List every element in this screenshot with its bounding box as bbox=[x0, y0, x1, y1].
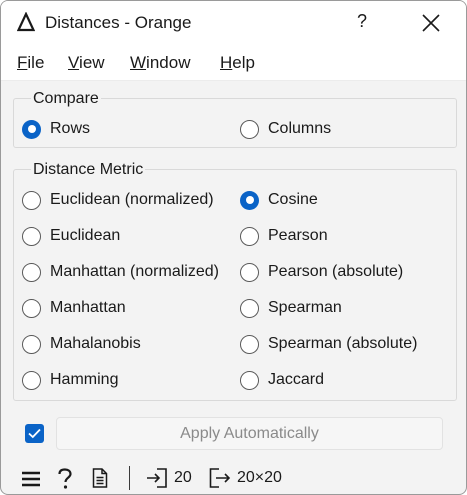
menu-help-label: elp bbox=[232, 53, 255, 72]
radio-manhattan-normalized-label: Manhattan (normalized) bbox=[50, 263, 219, 280]
radio-mahalanobis-indicator bbox=[22, 334, 41, 354]
radio-columns-indicator bbox=[240, 119, 259, 139]
radio-rows[interactable]: Rows bbox=[22, 118, 90, 140]
menu-bar: File View Window Help bbox=[1, 45, 466, 81]
radio-euclidean-normalized-indicator bbox=[22, 190, 41, 210]
radio-manhattan-normalized-indicator bbox=[22, 262, 41, 282]
menu-window[interactable]: Window bbox=[130, 53, 190, 73]
radio-jaccard-indicator bbox=[240, 370, 259, 390]
menu-file[interactable]: File bbox=[17, 53, 44, 73]
radio-pearson-absolute[interactable]: Pearson (absolute) bbox=[240, 261, 403, 283]
menu-window-mnemonic: W bbox=[130, 53, 147, 72]
help-icon[interactable] bbox=[57, 468, 73, 490]
apply-automatically-checkbox[interactable] bbox=[25, 424, 44, 443]
radio-rows-label: Rows bbox=[50, 120, 91, 137]
input-icon bbox=[147, 468, 167, 488]
menu-help[interactable]: Help bbox=[220, 53, 255, 73]
radio-manhattan-normalized[interactable]: Manhattan (normalized) bbox=[22, 261, 219, 283]
radio-mahalanobis-label: Mahalanobis bbox=[50, 335, 141, 352]
window-title: Distances - Orange bbox=[45, 13, 192, 32]
radio-hamming-indicator bbox=[22, 370, 41, 390]
close-icon[interactable] bbox=[421, 13, 441, 33]
output-size: 20×20 bbox=[237, 469, 282, 486]
radio-spearman-absolute-label: Spearman (absolute) bbox=[268, 335, 418, 352]
radio-spearman-indicator bbox=[240, 298, 259, 318]
output-icon bbox=[209, 468, 231, 488]
radio-columns[interactable]: Columns bbox=[240, 118, 331, 140]
radio-pearson-absolute-indicator bbox=[240, 262, 259, 282]
radio-euclidean[interactable]: Euclidean bbox=[22, 225, 120, 247]
radio-spearman-label: Spearman bbox=[268, 299, 342, 316]
radio-cosine[interactable]: Cosine bbox=[240, 189, 318, 211]
radio-hamming[interactable]: Hamming bbox=[22, 369, 118, 391]
radio-euclidean-normalized[interactable]: Euclidean (normalized) bbox=[22, 189, 214, 211]
radio-manhattan-label: Manhattan bbox=[50, 299, 126, 316]
report-icon[interactable] bbox=[92, 468, 108, 488]
radio-cosine-label: Cosine bbox=[268, 191, 318, 208]
distance-metric-group-title: Distance Metric bbox=[31, 161, 146, 179]
menu-view-mnemonic: V bbox=[68, 53, 80, 72]
radio-euclidean-label: Euclidean bbox=[50, 227, 121, 244]
status-bar: 20 20×20 bbox=[1, 461, 466, 494]
menu-window-label: indow bbox=[146, 53, 191, 72]
radio-hamming-label: Hamming bbox=[50, 371, 119, 388]
menu-view[interactable]: View bbox=[68, 53, 105, 73]
menu-file-mnemonic: F bbox=[17, 53, 28, 72]
status-separator bbox=[129, 466, 130, 490]
menu-help-mnemonic: H bbox=[220, 53, 233, 72]
menu-file-label: ile bbox=[27, 53, 45, 72]
checkmark-icon bbox=[28, 428, 41, 439]
radio-pearson[interactable]: Pearson bbox=[240, 225, 328, 247]
radio-pearson-absolute-label: Pearson (absolute) bbox=[268, 263, 404, 280]
radio-jaccard-label: Jaccard bbox=[268, 371, 325, 388]
input-count: 20 bbox=[174, 469, 192, 486]
radio-manhattan-indicator bbox=[22, 298, 41, 318]
distances-window: Distances - Orange ? File View Window He… bbox=[0, 0, 467, 495]
title-bar[interactable]: Distances - Orange ? bbox=[1, 1, 466, 45]
radio-jaccard[interactable]: Jaccard bbox=[240, 369, 324, 391]
radio-spearman-absolute[interactable]: Spearman (absolute) bbox=[240, 333, 417, 355]
radio-pearson-indicator bbox=[240, 226, 259, 246]
radio-pearson-label: Pearson bbox=[268, 227, 328, 244]
radio-manhattan[interactable]: Manhattan bbox=[22, 297, 126, 319]
radio-rows-indicator bbox=[22, 119, 41, 139]
delta-icon bbox=[17, 12, 35, 32]
radio-euclidean-normalized-label: Euclidean (normalized) bbox=[50, 191, 214, 208]
help-button[interactable]: ? bbox=[353, 11, 371, 33]
radio-cosine-indicator bbox=[240, 190, 259, 210]
radio-spearman[interactable]: Spearman bbox=[240, 297, 342, 319]
apply-button[interactable]: Apply Automatically bbox=[56, 417, 443, 450]
radio-euclidean-indicator bbox=[22, 226, 41, 246]
radio-columns-label: Columns bbox=[268, 120, 332, 137]
radio-spearman-absolute-indicator bbox=[240, 334, 259, 354]
menu-view-label: iew bbox=[79, 53, 105, 72]
menu-icon[interactable] bbox=[21, 471, 41, 487]
radio-mahalanobis[interactable]: Mahalanobis bbox=[22, 333, 141, 355]
compare-group-title: Compare bbox=[31, 90, 101, 108]
